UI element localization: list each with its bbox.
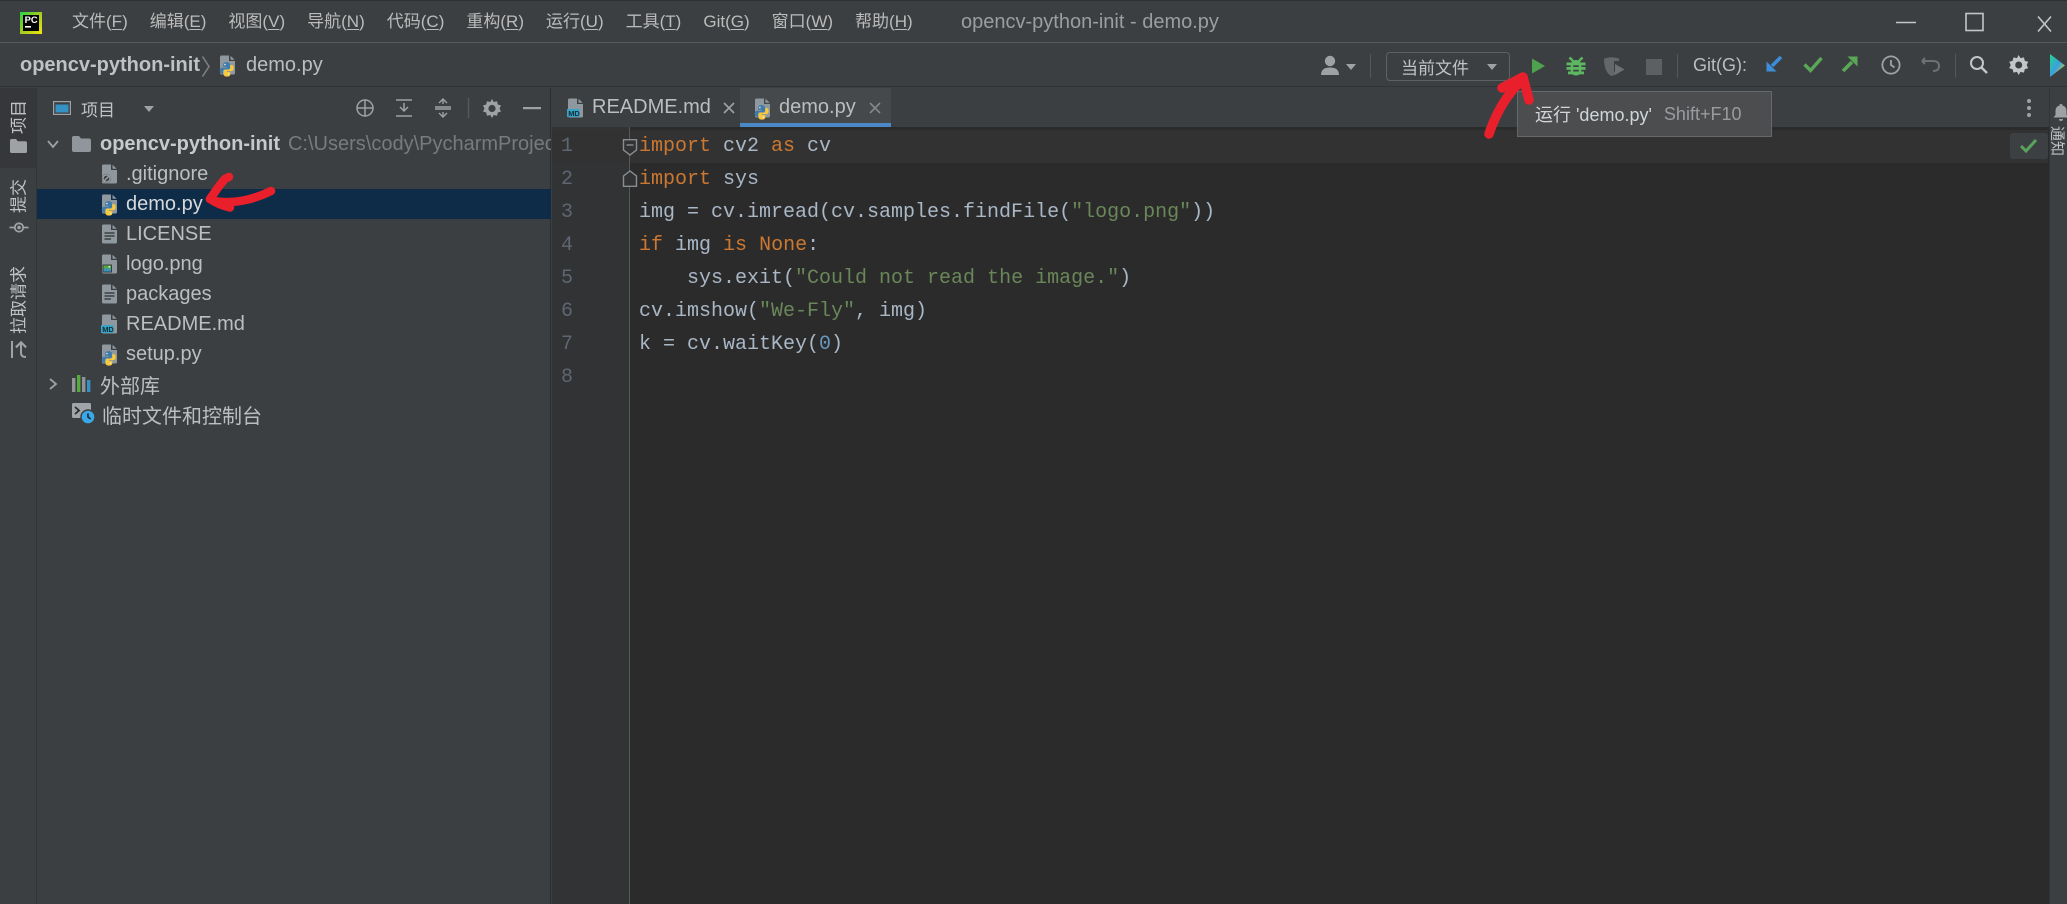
svg-text:PC: PC bbox=[25, 14, 38, 25]
